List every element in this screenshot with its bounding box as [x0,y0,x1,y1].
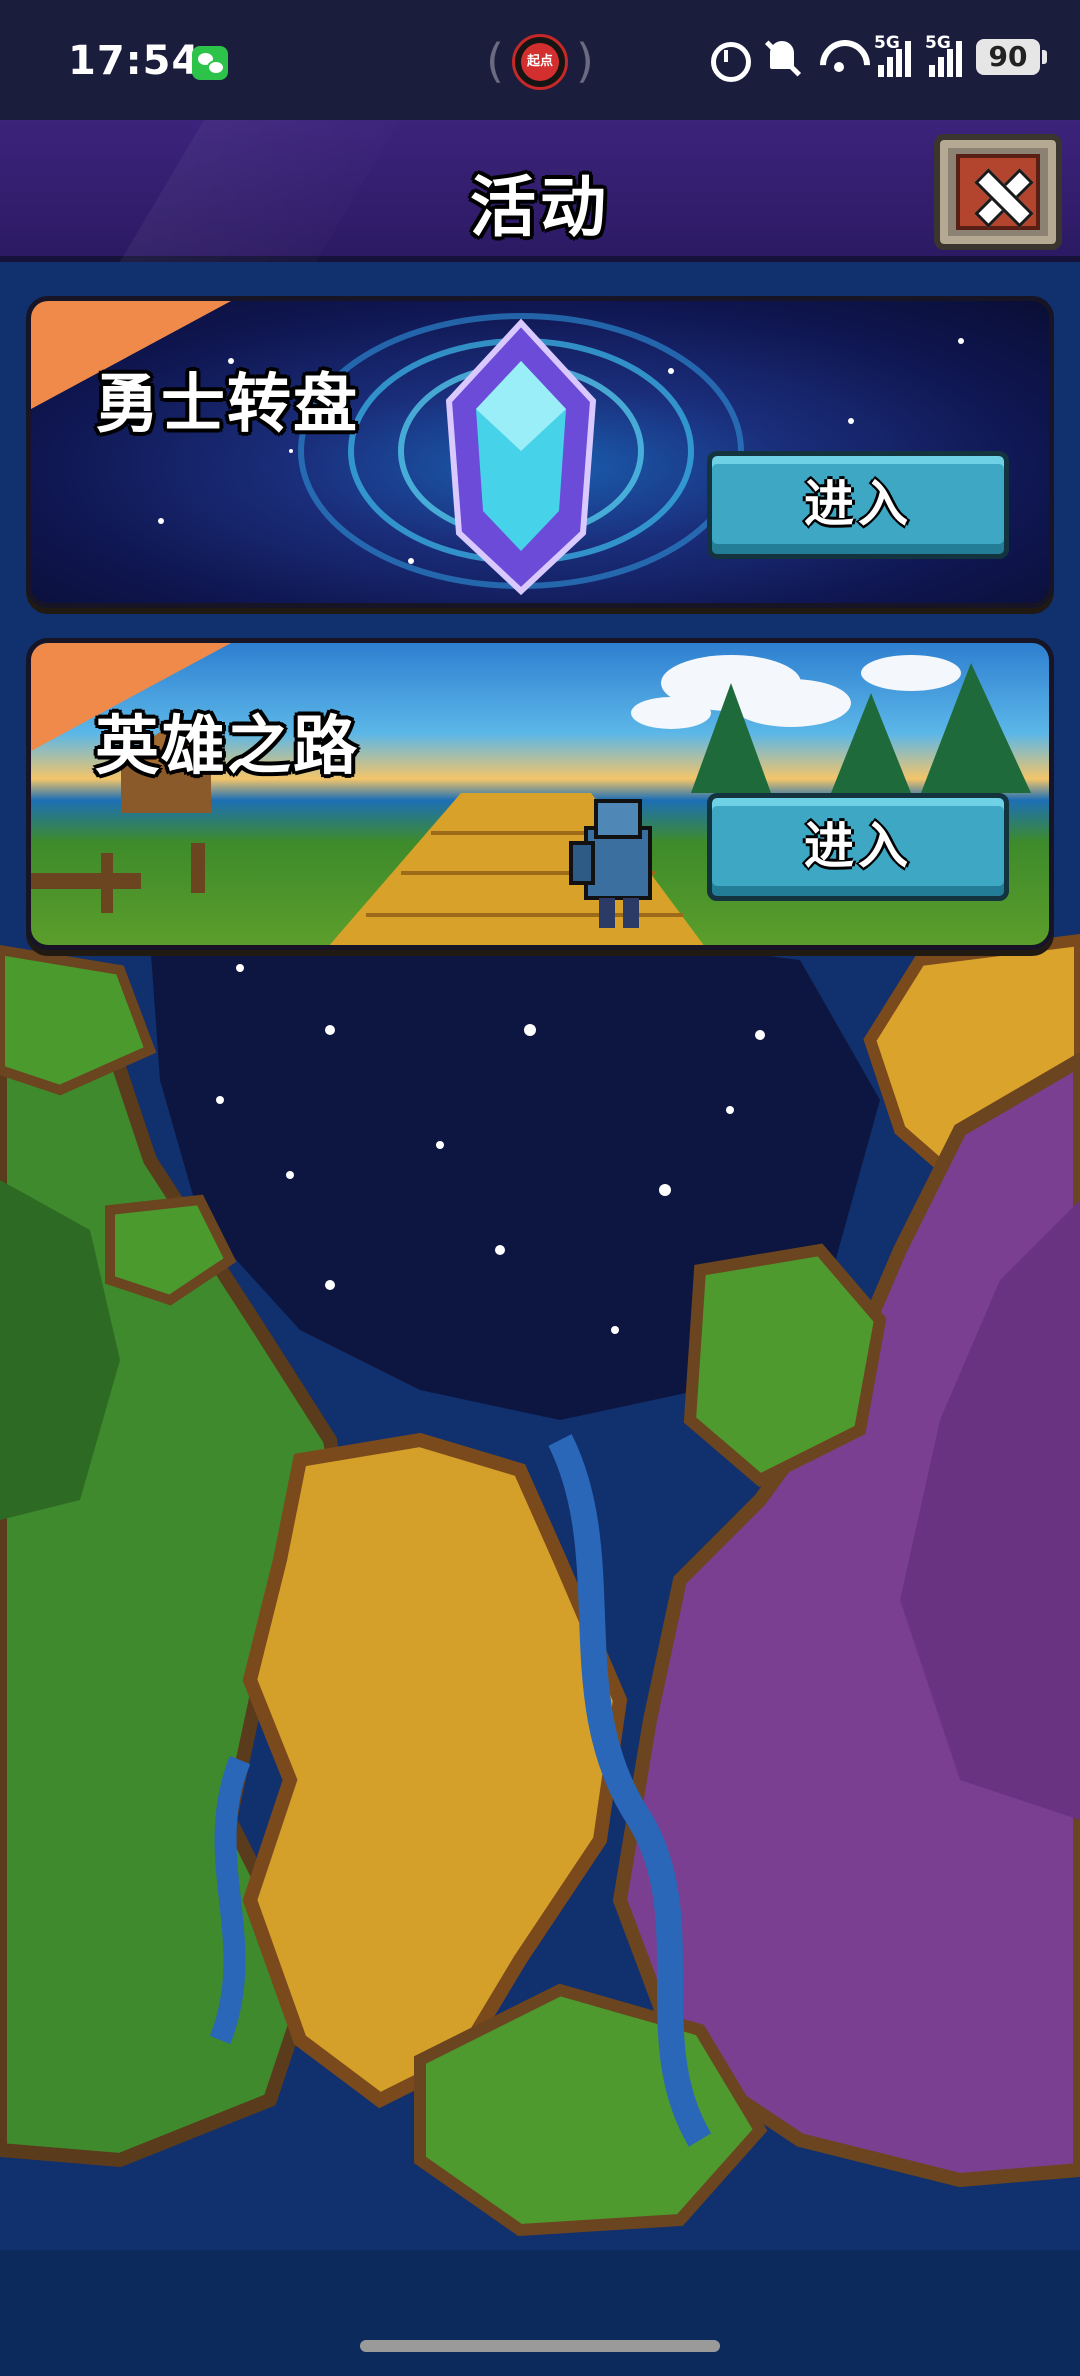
network-type-2: 5G [925,33,951,53]
enter-button[interactable]: 进入 [707,451,1009,559]
activity-card-warrior-wheel[interactable]: 勇士转盘 进入 [26,296,1054,608]
signal-icon: 5G [874,33,911,77]
close-button-face [956,154,1040,230]
home-indicator[interactable] [360,2340,720,2352]
wechat-icon [192,46,228,80]
battery-icon: 90 [976,39,1047,75]
status-icons: 5G 5G 90 [706,33,1047,82]
close-icon [960,158,1044,234]
network-type-1: 5G [874,33,900,53]
app-badge-label: 起点 [521,43,559,81]
page-header: 活动 [0,120,1080,262]
status-time: 17:54 [68,38,201,84]
activity-title: 英雄之路 [95,710,359,784]
paren-left-icon: ( [486,34,504,88]
mute-bell-icon [762,36,804,78]
wifi-icon [818,36,860,78]
signal-icon-2: 5G [925,33,962,77]
activity-title: 勇士转盘 [95,368,359,442]
activity-card-hero-road[interactable]: 英雄之路 进入 [26,638,1054,950]
paren-right-icon: ) [576,34,594,88]
status-bar: 17:54 ( 起点 ) 5G 5G 90 [0,0,1080,120]
app-root: 17:54 ( 起点 ) 5G 5G 90 活动 勇士转盘 进入 英雄之路 进入 [0,0,1080,2376]
alarm-icon [706,36,751,82]
enter-button[interactable]: 进入 [707,793,1009,901]
app-notification-icon: 起点 [512,34,568,90]
page-title: 活动 [470,169,610,246]
close-button[interactable] [934,134,1062,250]
